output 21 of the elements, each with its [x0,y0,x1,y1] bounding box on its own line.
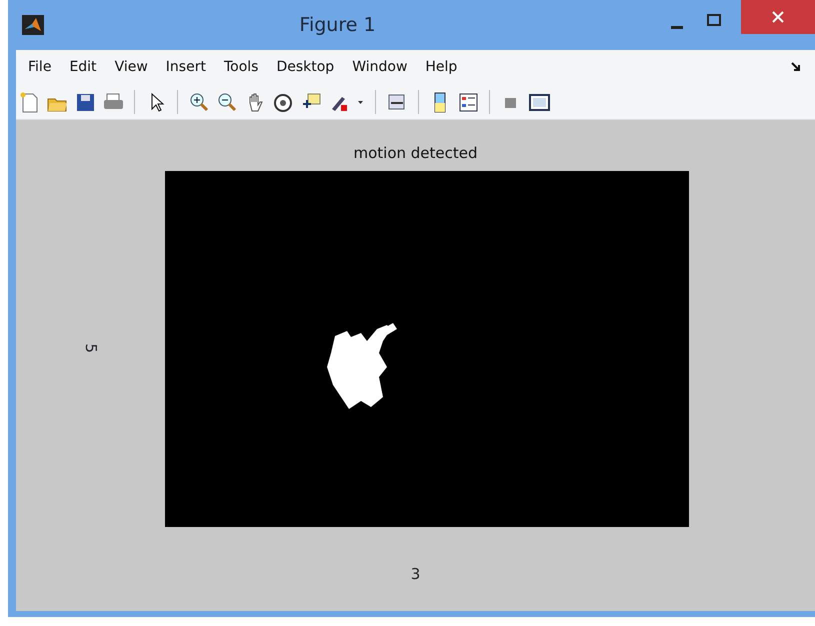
menu-item[interactable]: Window [346,56,420,78]
menu-item[interactable]: File [22,56,64,78]
menu-item[interactable]: View [108,56,160,78]
menu-item[interactable]: Insert [160,56,218,78]
close-icon[interactable] [772,11,784,23]
app-logo-icon [22,15,44,35]
axes-title: motion detected [353,143,478,164]
minimize-icon[interactable] [671,26,683,30]
new-file-icon[interactable] [18,90,40,112]
window-title: Figure 1 [298,12,377,38]
menu-item[interactable]: Help [419,56,470,78]
x-axis-label: 3 [410,564,420,584]
maximize-icon[interactable] [707,14,721,26]
dock-arrow-icon[interactable] [791,62,801,72]
zoom-in-icon[interactable] [188,90,210,112]
menu-item[interactable]: Desktop [270,56,346,78]
legend-icon[interactable] [457,90,479,112]
zoom-out-icon[interactable] [216,90,238,112]
menu-item[interactable]: Tools [218,56,270,78]
y-axis-label: 5 [80,344,101,354]
menu-item[interactable]: Edit [63,56,109,78]
